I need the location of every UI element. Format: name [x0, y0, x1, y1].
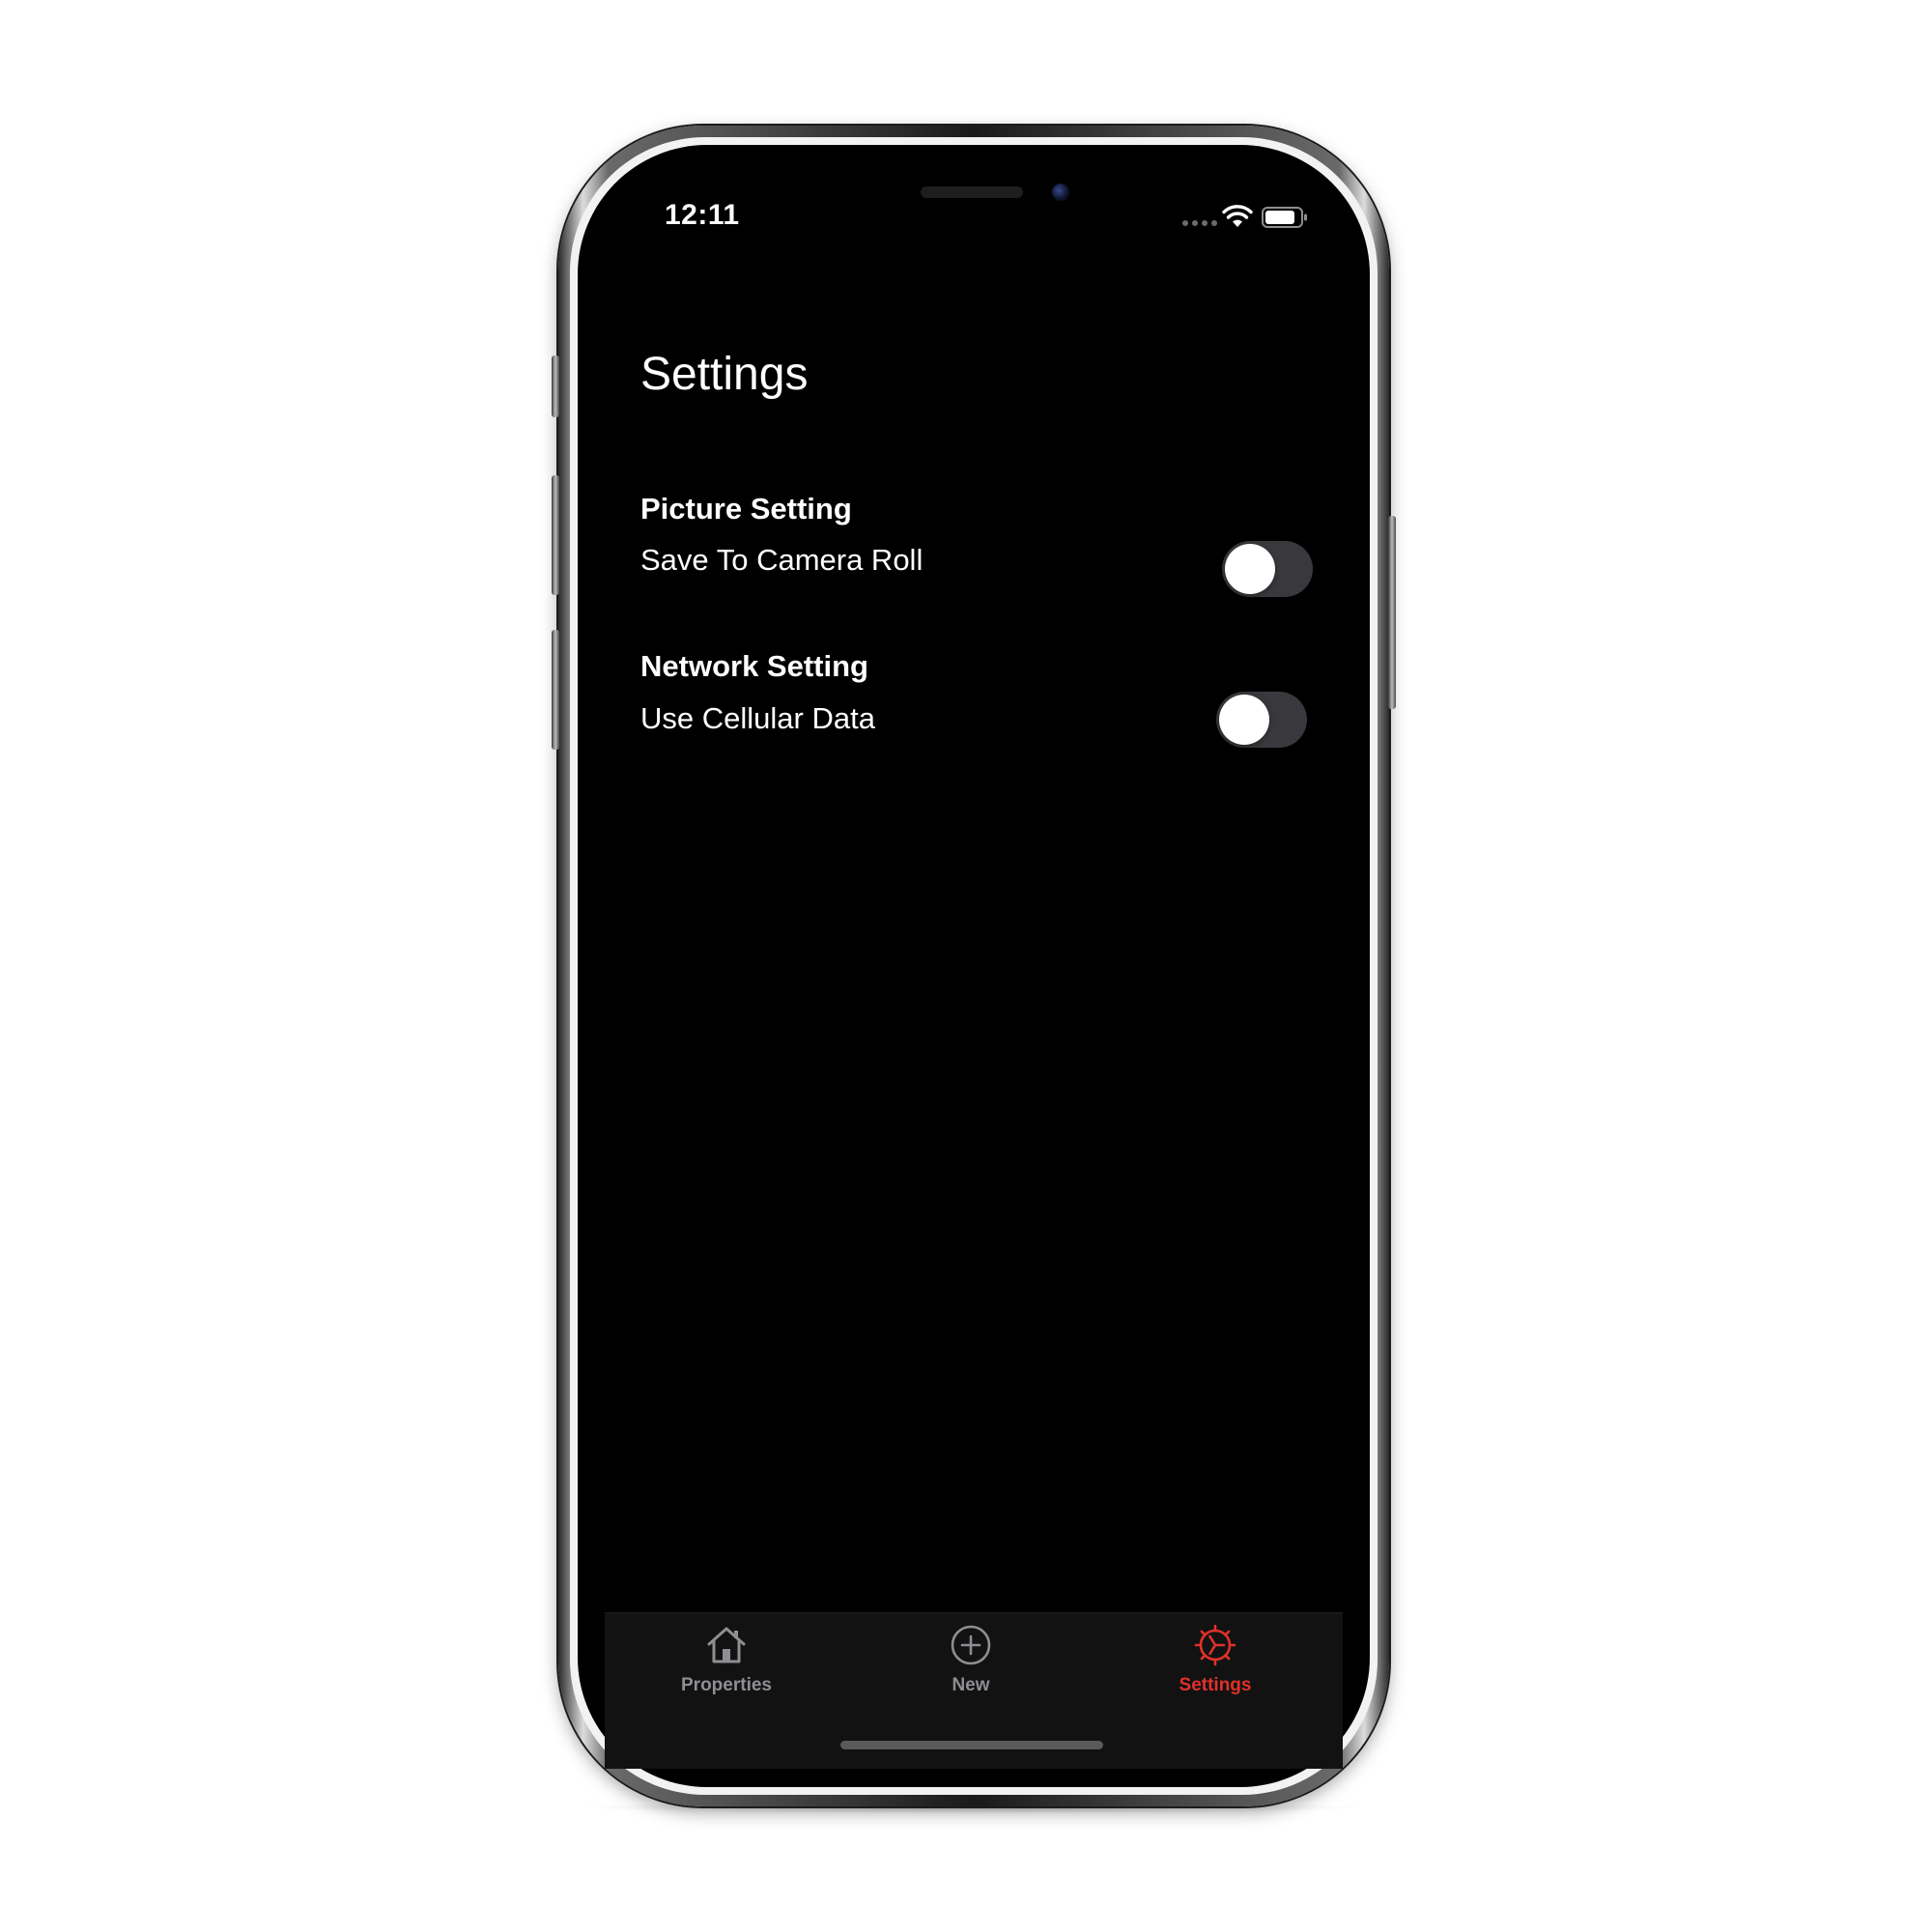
- house-icon: [707, 1627, 746, 1663]
- stage: 12:11 Settings Picture Setting Save To C…: [0, 0, 1932, 1932]
- use-cellular-data-label: Use Cellular Data: [640, 701, 875, 735]
- save-to-camera-roll-toggle[interactable]: [1222, 541, 1313, 597]
- screen: [605, 160, 1343, 1768]
- toggle-knob: [1225, 544, 1275, 594]
- section-header-picture: Picture Setting: [640, 492, 852, 526]
- tab-settings[interactable]: Settings: [1138, 1623, 1293, 1710]
- earpiece-speaker: [921, 186, 1023, 198]
- use-cellular-data-toggle[interactable]: [1216, 692, 1307, 748]
- plus-circle-icon: [951, 1625, 991, 1665]
- tab-properties[interactable]: Properties: [649, 1623, 804, 1710]
- volume-down-button: [552, 630, 559, 750]
- cellular-signal-icon: [1182, 220, 1219, 226]
- page-title: Settings: [640, 349, 809, 400]
- volume-up-button: [552, 475, 559, 595]
- power-button: [1388, 516, 1396, 709]
- tab-new[interactable]: New: [894, 1623, 1048, 1710]
- tab-label: Settings: [1179, 1675, 1252, 1695]
- section-header-network: Network Setting: [640, 649, 868, 683]
- tab-label: Properties: [681, 1675, 772, 1695]
- wifi-icon: [1222, 205, 1253, 227]
- gear-icon: [1194, 1624, 1236, 1666]
- status-time: 12:11: [665, 199, 740, 231]
- battery-icon: [1262, 207, 1307, 228]
- save-to-camera-roll-label: Save To Camera Roll: [640, 543, 923, 577]
- front-camera: [1052, 184, 1069, 201]
- silent-switch: [552, 355, 559, 417]
- tab-label: New: [952, 1675, 990, 1695]
- home-indicator[interactable]: [840, 1741, 1103, 1749]
- toggle-knob: [1219, 695, 1269, 745]
